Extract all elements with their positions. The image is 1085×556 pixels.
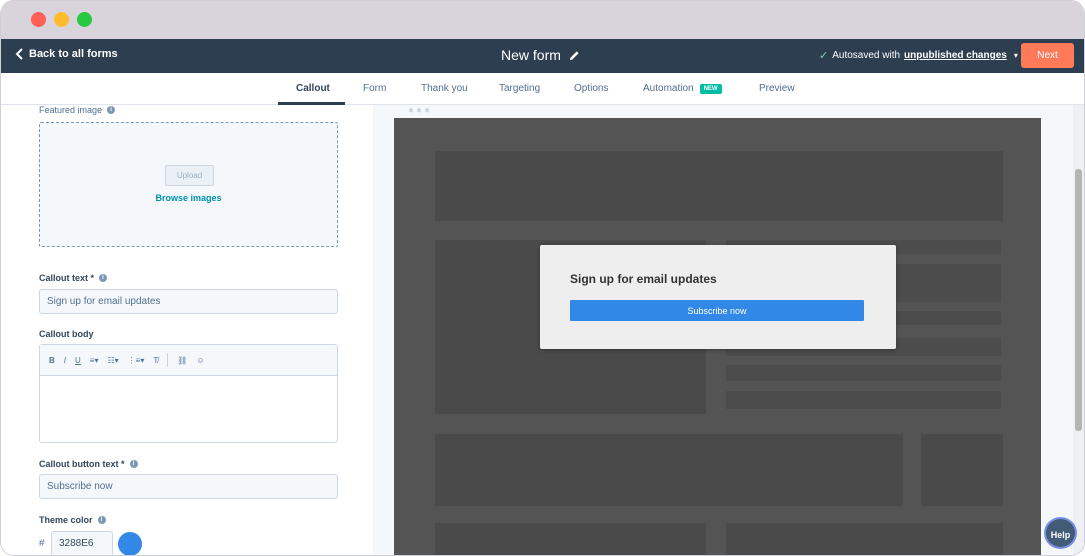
- minimize-window-button[interactable]: [54, 12, 69, 27]
- theme-color-label: Theme color i: [39, 515, 106, 525]
- bold-button[interactable]: B: [49, 356, 55, 365]
- maximize-window-button[interactable]: [77, 12, 92, 27]
- theme-color-input[interactable]: 3288E6: [51, 531, 113, 555]
- back-to-forms-link[interactable]: Back to all forms: [15, 48, 118, 60]
- chevron-left-icon: [15, 48, 23, 60]
- placeholder-block: [435, 523, 706, 555]
- info-icon[interactable]: i: [107, 106, 116, 114]
- placeholder-line: [726, 391, 1001, 409]
- app-window: Back to all forms New form ✓ Autosaved w…: [0, 0, 1085, 556]
- featured-image-label-text: Featured image: [39, 105, 103, 115]
- back-link-label: Back to all forms: [29, 48, 118, 60]
- preview-scrollbar[interactable]: [1075, 169, 1082, 431]
- popup-title: Sign up for email updates: [570, 272, 717, 286]
- tab-automation[interactable]: Automation NEW: [643, 83, 722, 94]
- form-title-text: New form: [501, 47, 561, 63]
- close-window-button[interactable]: [31, 12, 46, 27]
- placeholder-block: [435, 151, 1003, 221]
- tab-targeting[interactable]: Targeting: [499, 83, 540, 94]
- check-icon: ✓: [819, 50, 829, 62]
- featured-image-label: Featured image i: [39, 105, 116, 115]
- link-icon[interactable]: ⛓: [177, 356, 187, 365]
- unpublished-changes-link[interactable]: unpublished changes: [904, 50, 1007, 61]
- callout-text-input[interactable]: Sign up for email updates: [39, 289, 338, 314]
- numbered-list-icon[interactable]: ⋮≡▾: [128, 356, 145, 365]
- featured-image-dropzone[interactable]: Upload Browse images: [39, 122, 338, 247]
- placeholder-block: [726, 523, 1003, 555]
- info-icon[interactable]: i: [99, 274, 108, 282]
- callout-body-editor[interactable]: B I U ≡▾ ☷▾ ⋮≡▾ T̸ ⛓ ☺: [39, 344, 338, 443]
- callout-text-label: Callout text * i: [39, 273, 108, 283]
- placeholder-block: [921, 434, 1003, 506]
- browse-images-link[interactable]: Browse images: [40, 193, 337, 203]
- placeholder-line: [726, 365, 1001, 381]
- autosave-prefix: Autosaved with: [832, 50, 901, 61]
- button-text-label-text: Callout button text *: [39, 459, 125, 469]
- align-icon[interactable]: ≡▾: [90, 356, 99, 365]
- clear-format-button[interactable]: T̸: [153, 356, 158, 365]
- theme-color-label-text: Theme color: [39, 515, 93, 525]
- info-icon[interactable]: i: [97, 516, 106, 524]
- tab-form[interactable]: Form: [363, 83, 386, 94]
- caret-down-icon[interactable]: ▾: [1014, 51, 1018, 60]
- button-text-label: Callout button text * i: [39, 459, 138, 469]
- tab-bar: Callout Form Thank you Targeting Options…: [1, 73, 1084, 105]
- upload-button[interactable]: Upload: [165, 165, 214, 186]
- callout-popup-preview: Sign up for email updates Subscribe now: [540, 245, 896, 349]
- toolbar-divider: [167, 353, 169, 367]
- italic-button[interactable]: I: [64, 356, 66, 365]
- button-text-input[interactable]: Subscribe now: [39, 474, 338, 499]
- preview-dots: ●●●: [408, 105, 433, 116]
- window-titlebar: [1, 1, 1084, 39]
- form-title[interactable]: New form: [501, 47, 580, 63]
- bullet-list-icon[interactable]: ☷▾: [107, 356, 118, 365]
- callout-body-label: Callout body: [39, 329, 94, 339]
- callout-text-label-text: Callout text *: [39, 273, 95, 283]
- tab-thank-you[interactable]: Thank you: [421, 83, 468, 94]
- info-icon[interactable]: i: [129, 460, 138, 468]
- theme-color-swatch[interactable]: [118, 532, 142, 555]
- new-badge: NEW: [699, 84, 722, 94]
- top-app-bar: Back to all forms New form ✓ Autosaved w…: [1, 39, 1084, 73]
- tab-automation-label: Automation: [643, 83, 694, 94]
- autosave-status: ✓ Autosaved with unpublished changes ▾: [819, 49, 1018, 62]
- help-button[interactable]: Help: [1044, 517, 1077, 549]
- emoji-icon[interactable]: ☺: [196, 356, 204, 365]
- callout-editor-panel: Featured image i Upload Browse images Ca…: [1, 105, 373, 555]
- underline-button[interactable]: U: [75, 356, 81, 365]
- pencil-icon[interactable]: [569, 50, 580, 61]
- rich-text-toolbar: B I U ≡▾ ☷▾ ⋮≡▾ T̸ ⛓ ☺: [40, 345, 337, 376]
- hash-symbol: #: [39, 538, 45, 549]
- tab-callout[interactable]: Callout: [296, 83, 330, 94]
- tab-options[interactable]: Options: [574, 83, 608, 94]
- placeholder-block: [435, 434, 903, 506]
- popup-subscribe-button[interactable]: Subscribe now: [570, 300, 864, 321]
- tab-preview[interactable]: Preview: [759, 83, 795, 94]
- next-button[interactable]: Next: [1021, 43, 1074, 68]
